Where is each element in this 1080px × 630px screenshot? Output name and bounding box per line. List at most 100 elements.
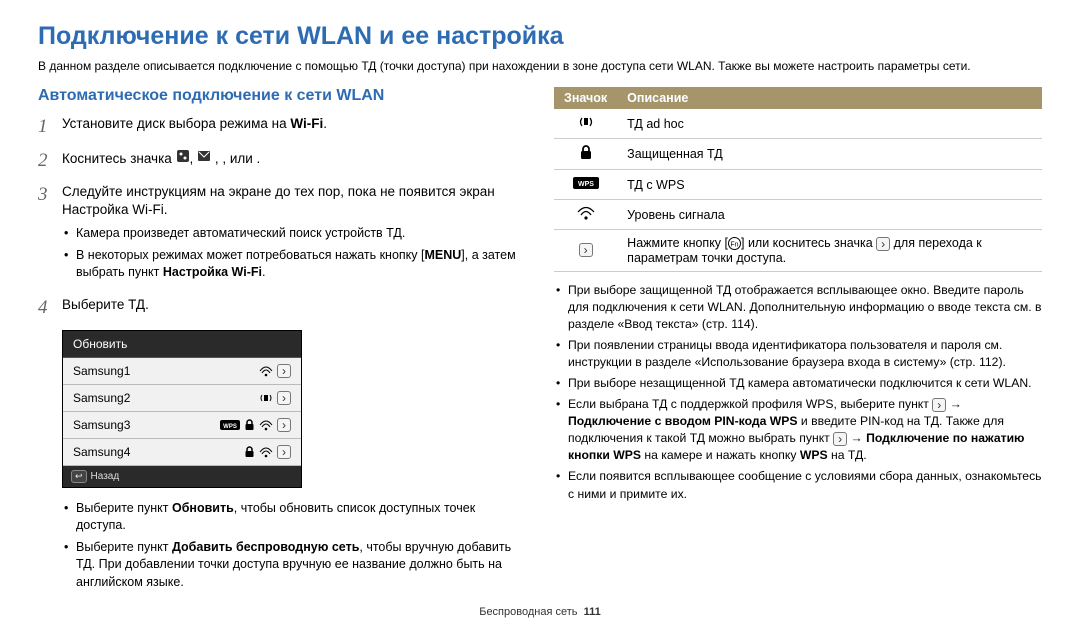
right-bullet: Если появится всплывающее сообщение с ус… [554,468,1042,502]
chevron-right-icon [579,243,593,257]
signal-icon [259,419,273,431]
step-text: . [323,116,327,131]
right-bullet: Если выбрана ТД с поддержкой профиля WPS… [554,396,1042,464]
table-row: ТД ad hoc [554,109,1042,139]
step-text: Следуйте инструкциям на экране до тех по… [62,184,495,218]
email-icon [197,149,211,163]
chevron-right-icon [876,237,890,251]
wps-icon: WPS [573,176,599,190]
bullet-text: Выберите пункт [76,501,172,515]
step-1: 1 Установите диск выбора режима на Wi-Fi… [38,115,526,139]
ap-row: Samsung3 WPS [63,412,301,439]
table-row: Уровень сигнала [554,200,1042,230]
step-text: Установите диск выбора режима на [62,116,290,131]
bold-text: Подключение с вводом PIN-кода WPS [568,414,798,428]
bold-text: WPS [800,448,828,462]
adhoc-icon [578,115,594,129]
ap-name: Samsung1 [73,364,130,378]
step-text: Выберите ТД. [62,296,526,315]
step-text: , [190,151,198,166]
back-key-icon: ↩ [71,470,87,483]
left-bullet: Выберите пункт Добавить беспроводную сет… [62,539,526,592]
menu-label: MENU [424,248,461,262]
chevron-right-icon [833,432,847,446]
table-desc: ТД с WPS [617,170,1042,200]
table-row: Защищенная ТД [554,139,1042,170]
ap-row: Samsung4 [63,439,301,466]
table-header-icon: Значок [554,87,617,109]
table-desc: Нажмите кнопку [Fn] или коснитесь значка… [617,230,1042,272]
icon-description-table: Значок Описание ТД ad hoc Защищенная ТД … [554,87,1042,272]
footer-section: Беспроводная сеть [479,606,577,618]
ap-footer: ↩ Назад [63,466,301,487]
wifi-label: Wi-Fi [290,116,323,131]
back-label: Назад [91,471,120,482]
step-2: 2 Коснитесь значка , , , или . [38,149,526,173]
bullet-text: на камере и нажать кнопку [641,448,800,462]
svg-text:WPS: WPS [223,424,237,430]
lock-icon [244,419,255,431]
signal-icon [259,446,273,458]
bullet-text: Выберите пункт [76,540,172,554]
page-number: 111 [584,606,601,618]
arrow-text: → [847,431,866,445]
share-icon [176,149,190,163]
ap-refresh-header: Обновить [63,331,301,358]
chevron-right-icon [277,418,291,432]
section-heading: Автоматическое подключение к сети WLAN [38,87,526,105]
wps-icon: WPS [220,419,240,431]
step-text: , , или . [215,151,260,166]
bullet-text: на ТД. [828,448,867,462]
step-number: 4 [38,296,62,320]
ap-name: Samsung4 [73,445,130,459]
table-header-desc: Описание [617,87,1042,109]
bullet-text: Если выбрана ТД с поддержкой профиля WPS… [568,397,932,411]
ap-name: Samsung2 [73,391,130,405]
step-4: 4 Выберите ТД. [38,296,526,320]
bold-text: Обновить [172,501,234,515]
right-bullet: При выборе незащищенной ТД камера автома… [554,375,1042,392]
signal-icon [577,206,595,220]
table-desc: Защищенная ТД [617,139,1042,170]
chevron-right-icon [277,391,291,405]
bold-text: Настройка Wi-Fi [163,265,262,279]
table-desc: ТД ad hoc [617,109,1042,139]
desc-text: ] или коснитесь значка [741,236,876,250]
lock-icon [244,446,255,458]
adhoc-icon [259,392,273,404]
left-bullet: Выберите пункт Обновить, чтобы обновить … [62,500,526,535]
ap-list-screenshot: Обновить Samsung1 Samsung2 Samsung3 WPS [62,330,302,488]
chevron-right-icon [277,364,291,378]
fn-icon: Fn [728,237,741,250]
table-desc: Уровень сигнала [617,200,1042,230]
step-number: 3 [38,183,62,207]
svg-text:Fn: Fn [730,242,738,249]
table-row: Нажмите кнопку [Fn] или коснитесь значка… [554,230,1042,272]
svg-text:WPS: WPS [578,181,594,188]
sub-bullet: В некоторых режимах может потребоваться … [62,247,526,282]
bold-text: Добавить беспроводную сеть [172,540,359,554]
sub-text: . [262,265,265,279]
step-3: 3 Следуйте инструкциям на экране до тех … [38,183,526,286]
table-row: WPS ТД с WPS [554,170,1042,200]
right-bullet: При выборе защищенной ТД отображается вс… [554,282,1042,333]
left-column: Автоматическое подключение к сети WLAN 1… [38,87,526,595]
lock-icon [579,145,593,160]
signal-icon [259,365,273,377]
page-footer: Беспроводная сеть 111 [0,606,1080,618]
right-column: Значок Описание ТД ad hoc Защищенная ТД … [554,87,1042,595]
ap-name: Samsung3 [73,418,130,432]
step-number: 1 [38,115,62,139]
arrow-text: → [946,397,962,411]
sub-text: В некоторых режимах может потребоваться … [76,248,424,262]
intro-text: В данном разделе описывается подключение… [38,59,1042,73]
step-number: 2 [38,149,62,173]
right-bullet: При появлении страницы ввода идентификат… [554,337,1042,371]
ap-row: Samsung1 [63,358,301,385]
sub-bullet: Камера произведет автоматический поиск у… [62,225,526,243]
step-text: Коснитесь значка [62,151,176,166]
ap-row: Samsung2 [63,385,301,412]
page-title: Подключение к сети WLAN и ее настройка [38,22,1042,51]
desc-text: Нажмите кнопку [ [627,236,728,250]
chevron-right-icon [277,445,291,459]
